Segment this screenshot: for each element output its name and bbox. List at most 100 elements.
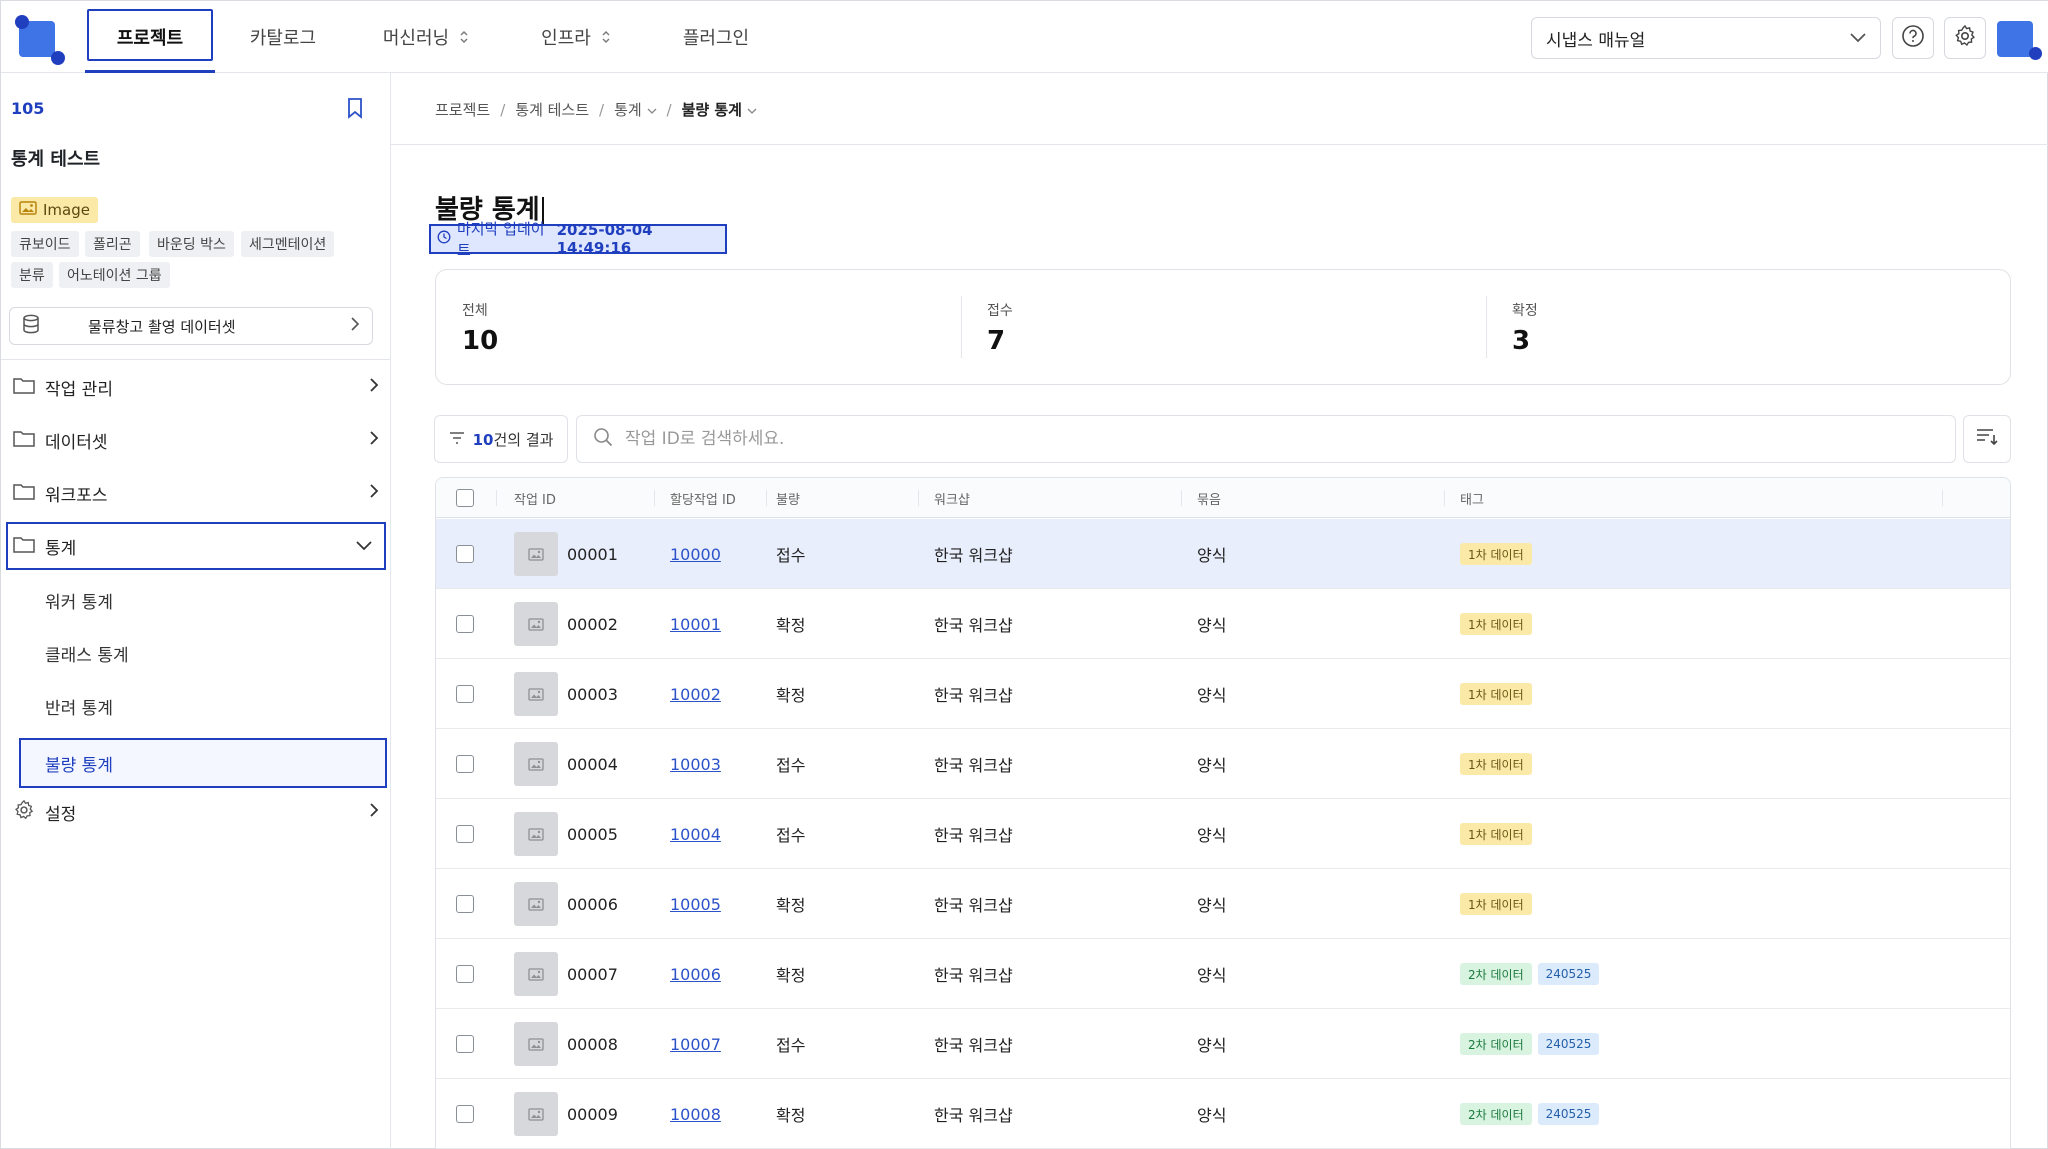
tab-machine-learning[interactable]: 머신러닝: [361, 1, 491, 73]
select-all-checkbox[interactable]: [456, 478, 474, 518]
table-row[interactable]: 00003 10002 확정 한국 워크샵 양식 1차 데이터: [436, 659, 2010, 729]
table-row[interactable]: 00009 10008 확정 한국 워크샵 양식 2차 데이터 240525: [436, 1079, 2010, 1149]
tab-catalog[interactable]: 카탈로그: [225, 1, 341, 73]
row-checkbox[interactable]: [456, 729, 474, 799]
row-checkbox[interactable]: [456, 1009, 474, 1079]
bundle: 양식: [1197, 756, 1227, 775]
table-row[interactable]: 00001 10000 접수 한국 워크샵 양식 1차 데이터: [436, 519, 2010, 589]
logo[interactable]: [15, 15, 65, 65]
sidebar-item-dataset[interactable]: 데이터셋: [1, 417, 391, 463]
breadcrumb-project[interactable]: 프로젝트: [435, 99, 490, 120]
table-row[interactable]: 00004 10003 접수 한국 워크샵 양식 1차 데이터: [436, 729, 2010, 799]
chevron-right-icon: [369, 802, 379, 823]
search-icon: [593, 427, 613, 451]
assign-id-link[interactable]: 10007: [670, 1009, 721, 1079]
sidebar-subitem-class-stats[interactable]: 클래스 통계: [45, 641, 129, 666]
assign-id-link[interactable]: 10001: [670, 589, 721, 659]
task-id: 00007: [567, 964, 618, 984]
image-icon: [19, 201, 37, 219]
col-assign-id[interactable]: 할당작업 ID: [670, 478, 736, 518]
stat-value: 3: [1512, 326, 1531, 356]
tag-badge: 1차 데이터: [1460, 823, 1532, 845]
row-checkbox[interactable]: [456, 659, 474, 729]
clock-icon: [437, 230, 451, 248]
assign-id-link[interactable]: 10003: [670, 729, 721, 799]
project-name: 통계 테스트: [11, 149, 101, 170]
image-placeholder-icon: [514, 1092, 558, 1136]
dataset-button[interactable]: 물류창고 촬영 데이터셋: [9, 307, 373, 345]
sidebar-item-settings[interactable]: 설정: [1, 789, 391, 835]
sidebar-subitem-worker-stats[interactable]: 워커 통계: [45, 588, 113, 613]
col-defect[interactable]: 불량: [776, 478, 800, 518]
assign-id-link[interactable]: 10006: [670, 939, 721, 1009]
help-button[interactable]: [1892, 17, 1934, 59]
assign-id-link[interactable]: 10002: [670, 659, 721, 729]
assign-id-link[interactable]: 10005: [670, 869, 721, 939]
col-workshop[interactable]: 워크샵: [934, 478, 970, 518]
search-input[interactable]: [625, 429, 1939, 449]
tab-infra-label: 인프라: [541, 28, 591, 49]
tab-infra[interactable]: 인프라: [521, 1, 631, 73]
breadcrumb-stats-test[interactable]: 통계 테스트: [515, 99, 589, 120]
avatar[interactable]: [1997, 17, 2042, 61]
task-id: 00002: [567, 614, 618, 634]
col-bundle[interactable]: 묶음: [1197, 478, 1221, 518]
table-row[interactable]: 00007 10006 확정 한국 워크샵 양식 2차 데이터 240525: [436, 939, 2010, 1009]
row-checkbox[interactable]: [456, 519, 474, 589]
tab-project[interactable]: 프로젝트: [85, 1, 215, 73]
gear-icon: [13, 799, 35, 826]
sort-icon: [1976, 428, 1998, 450]
col-tags[interactable]: 태그: [1460, 478, 1484, 518]
image-placeholder-icon: [514, 602, 558, 646]
search-box[interactable]: [576, 415, 1956, 463]
folder-icon: [13, 482, 35, 505]
tags: 1차 데이터: [1460, 869, 1538, 939]
filter-button[interactable]: 10건의 결과: [434, 415, 568, 463]
table-row[interactable]: 00005 10004 접수 한국 워크샵 양식 1차 데이터: [436, 799, 2010, 869]
tab-plugin[interactable]: 플러그인: [661, 1, 771, 73]
defect-status: 확정: [776, 1106, 806, 1125]
row-checkbox[interactable]: [456, 799, 474, 869]
table-header: 작업 ID 할당작업 ID 불량 워크샵 묶음 태그: [436, 478, 2010, 518]
defect-status: 접수: [776, 1036, 806, 1055]
row-checkbox[interactable]: [456, 939, 474, 1009]
sort-button[interactable]: [1963, 415, 2011, 463]
task-id: 00006: [567, 894, 618, 914]
app-window: 프로젝트 카탈로그 머신러닝 인프라 플러그인 시냅스 매뉴얼 105 통계 테…: [0, 0, 2048, 1149]
sidebar-subitem-defect-stats[interactable]: 불량 통계: [19, 738, 387, 788]
sidebar: 105 통계 테스트 Image 큐보이드 폴리곤 바운딩 박스 세그멘테이션 …: [1, 73, 391, 1149]
row-checkbox[interactable]: [456, 1079, 474, 1149]
table-row[interactable]: 00006 10005 확정 한국 워크샵 양식 1차 데이터: [436, 869, 2010, 939]
folder-icon: [13, 535, 35, 558]
tags: 1차 데이터: [1460, 589, 1538, 659]
tags: 2차 데이터 240525: [1460, 1079, 1605, 1149]
tag-badge: 2차 데이터: [1460, 1103, 1532, 1125]
breadcrumb-stats[interactable]: 통계: [614, 99, 656, 120]
row-checkbox[interactable]: [456, 869, 474, 939]
bundle: 양식: [1197, 686, 1227, 705]
stat-value: 10: [462, 326, 499, 356]
row-thumbnail: [514, 659, 558, 729]
table-row[interactable]: 00008 10007 접수 한국 워크샵 양식 2차 데이터 240525: [436, 1009, 2010, 1079]
sidebar-item-label: 데이터셋: [45, 432, 108, 453]
sidebar-item-workforce[interactable]: 워크포스: [1, 470, 391, 516]
task-id: 00009: [567, 1104, 618, 1124]
assign-id-link[interactable]: 10000: [670, 519, 721, 589]
bookmark-icon[interactable]: [345, 97, 365, 123]
manual-select[interactable]: 시냅스 매뉴얼: [1531, 17, 1881, 59]
assign-id-link[interactable]: 10004: [670, 799, 721, 869]
assign-id-link[interactable]: 10008: [670, 1079, 721, 1149]
image-placeholder-icon: [514, 742, 558, 786]
sidebar-subitem-reject-stats[interactable]: 반려 통계: [45, 694, 113, 719]
workshop: 한국 워크샵: [934, 966, 1013, 985]
row-checkbox[interactable]: [456, 589, 474, 659]
table-row[interactable]: 00002 10001 확정 한국 워크샵 양식 1차 데이터: [436, 589, 2010, 659]
col-task-id[interactable]: 작업 ID: [514, 478, 556, 518]
settings-button[interactable]: [1944, 17, 1986, 59]
sidebar-item-statistics[interactable]: 통계: [6, 522, 386, 570]
bundle: 양식: [1197, 826, 1227, 845]
tags: 1차 데이터: [1460, 659, 1538, 729]
sidebar-item-task-management[interactable]: 작업 관리: [1, 364, 391, 410]
stat-value: 7: [987, 326, 1006, 356]
breadcrumb-defect-stats[interactable]: 불량 통계: [682, 99, 758, 120]
